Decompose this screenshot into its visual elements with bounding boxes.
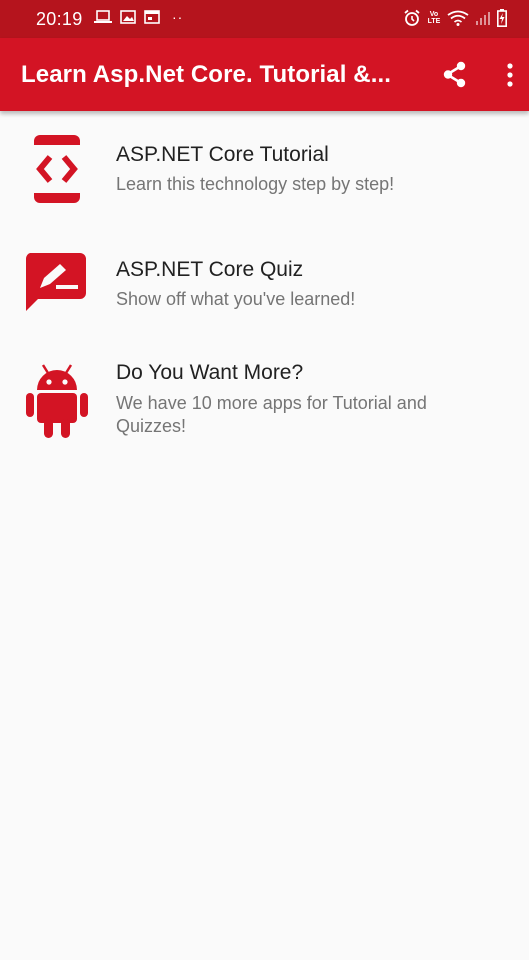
item-title: Do You Want More? [116,361,304,384]
share-icon [443,61,466,88]
calendar-icon [144,10,160,24]
android-icon [26,364,88,438]
quiz-pencil-icon [25,253,87,311]
wifi-icon [447,10,469,26]
more-notifications-dots: ·· [172,9,184,25]
image-icon [120,10,136,24]
laptop-icon [94,10,112,23]
item-icon-quiz [24,250,90,321]
list-item-tutorial[interactable]: ASP.NET Core Tutorial Learn this technol… [0,111,529,223]
status-bar: 20:19 ·· Vo LTE [0,0,529,38]
alarm-icon [404,9,420,26]
list-item-quiz[interactable]: ASP.NET Core Quiz Show off what you've l… [0,226,529,334]
volte-icon: Vo LTE [427,11,441,25]
status-notification-icons: ·· [94,10,183,24]
status-time: 20:19 [36,9,83,29]
item-icon-tutorial [24,133,90,210]
item-icon-more-apps [24,361,90,444]
share-button[interactable] [440,60,470,90]
list-item-more-apps[interactable]: Do You Want More? We have 10 more apps f… [0,335,529,455]
item-subtitle: Show off what you've learned! [116,289,356,309]
app-bar: Learn Asp.Net Core. Tutorial &... [0,38,529,111]
item-subtitle: We have 10 more apps for Tutorial and Qu… [116,393,427,436]
item-title: ASP.NET Core Quiz [116,258,304,281]
item-subtitle: Learn this technology step by step! [116,174,395,194]
more-options-button[interactable] [498,60,522,90]
status-system-icons: Vo LTE [403,9,507,27]
app-title: Learn Asp.Net Core. Tutorial &... [21,61,392,88]
item-title: ASP.NET Core Tutorial [116,143,329,166]
battery-charging-icon [497,9,507,27]
more-vert-icon [507,63,513,87]
code-tablet-icon [34,135,80,203]
signal-icon [476,12,490,25]
